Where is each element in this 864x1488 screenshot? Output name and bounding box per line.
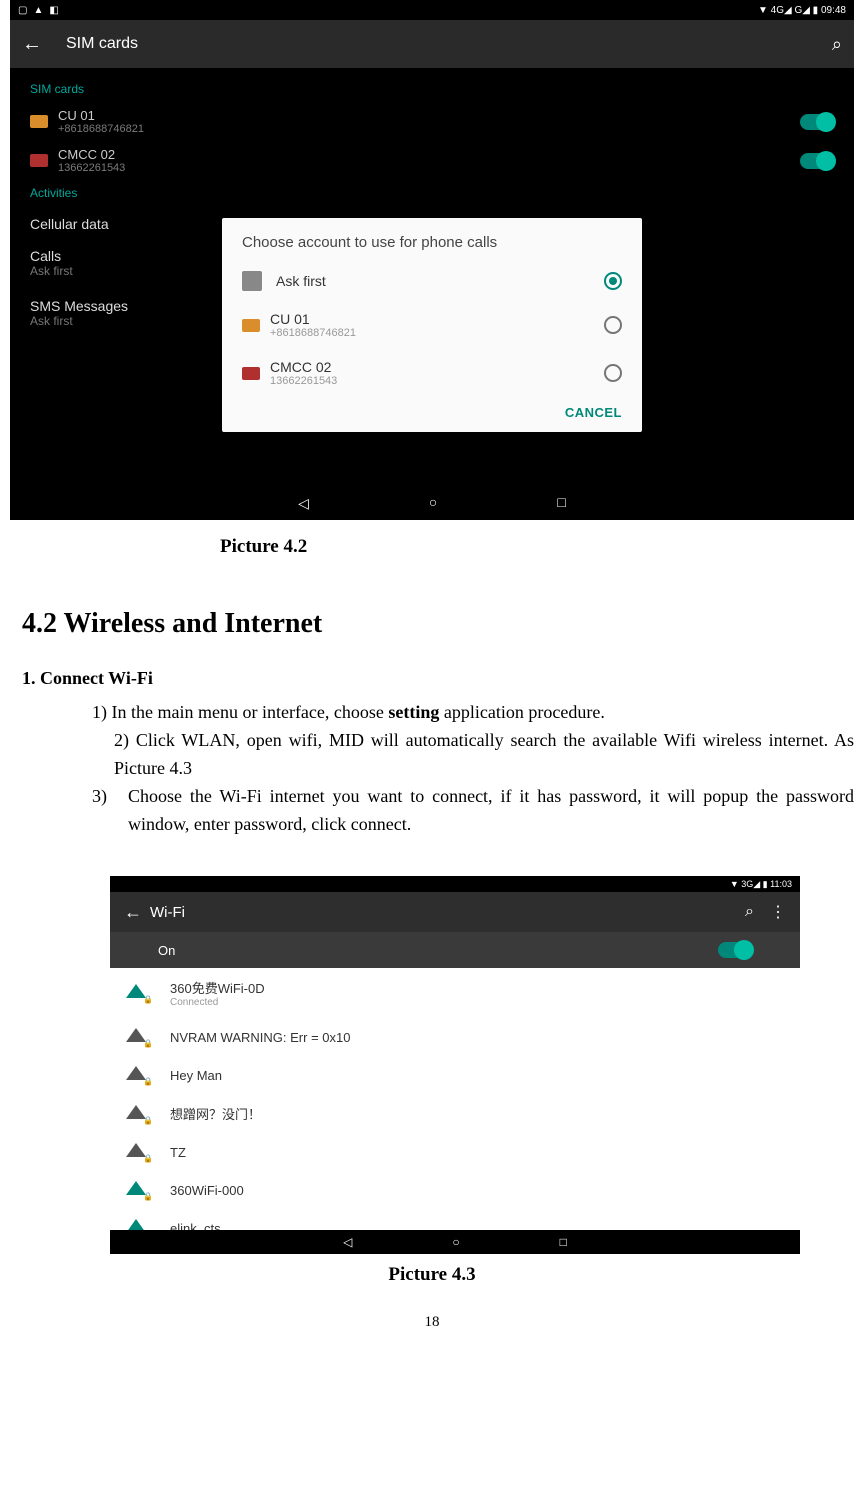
figure-caption: Picture 4.3 [10,1264,854,1286]
section-label-activities: Activities [10,180,854,206]
wifi-network-row[interactable]: 🔒 elink_cts [110,1209,800,1230]
step-1: 1) In the main menu or interface, choose… [92,699,854,727]
dialog-title: Choose account to use for phone calls [222,218,642,261]
wifi-ssid: NVRAM WARNING: Err = 0x10 [170,1030,784,1045]
status-icon: ▲ [33,5,43,16]
sim-number: +8618688746821 [58,123,800,135]
section-heading: 4.2 Wireless and Internet [22,608,854,640]
wifi-network-row[interactable]: 🔒 360WiFi-000 [110,1171,800,1209]
wifi-network-row[interactable]: 🔒 TZ [110,1133,800,1171]
nav-bar: ◁ ○ □ [10,488,854,520]
sim-row[interactable]: CU 01 +8618688746821 [10,102,854,141]
wifi-signal-icon: 🔒 [126,1143,150,1161]
sim-name: CU 01 [58,108,800,123]
subheading: 1. Connect Wi-Fi [22,668,854,689]
wifi-list: 🔒 360免费WiFi-0D Connected 🔒 NVRAM WARNING… [110,968,800,1230]
sim-toggle[interactable] [800,153,834,169]
sim-name: CMCC 02 [58,147,800,162]
app-bar: ← Wi-Fi ⌕ ⋮ [110,892,800,932]
wifi-network-row[interactable]: 🔒 360免费WiFi-0D Connected [110,968,800,1018]
status-icon: ◧ [49,5,58,16]
status-bar: ▢ ▲ ◧ ▼ 4G◢ G◢ ▮ 09:48 [10,0,854,20]
sim-row[interactable]: CMCC 02 13662261543 [10,141,854,180]
search-icon[interactable]: ⌕ [832,34,842,55]
sim-toggle[interactable] [800,114,834,130]
nav-home-icon[interactable]: ○ [429,496,437,512]
wifi-signal-icon: 🔒 [126,1028,150,1046]
wifi-ssid: elink_cts [170,1221,784,1231]
on-label: On [158,943,718,958]
search-icon[interactable]: ⌕ [745,903,754,921]
sim-number: 13662261543 [58,162,800,174]
radio-selected[interactable] [604,272,622,290]
page-number: 18 [10,1314,854,1331]
option-name: CU 01 [270,311,604,327]
back-arrow-icon[interactable]: ← [22,33,46,56]
wifi-status: Connected [170,997,784,1008]
radio[interactable] [604,316,622,334]
option-name: Ask first [276,273,604,289]
ask-first-icon [242,271,262,291]
radio[interactable] [604,364,622,382]
wifi-on-row: On [110,932,800,968]
nav-back-icon[interactable]: ◁ [298,496,309,513]
wifi-ssid: 360免费WiFi-0D [170,978,784,997]
dialog-option[interactable]: Ask first [222,261,642,301]
sim-icon [30,154,48,167]
section-label-sim: SIM cards [10,76,854,102]
wifi-ssid: Hey Man [170,1068,784,1083]
option-sub: 13662261543 [270,375,604,387]
step-3: 3) Choose the Wi-Fi internet you want to… [88,783,854,839]
figure-caption: Picture 4.2 [10,536,854,558]
wifi-signal-icon: 🔒 [126,984,150,1002]
step-2: 2) Click WLAN, open wifi, MID will autom… [114,727,854,783]
wifi-ssid: 360WiFi-000 [170,1183,784,1198]
option-sub: +8618688746821 [270,327,604,339]
dialog-option[interactable]: CMCC 02 13662261543 [222,349,642,397]
nav-recent-icon[interactable]: □ [557,496,565,512]
nav-recent-icon[interactable]: □ [560,1235,567,1249]
status-bar: ▼ 3G◢ ▮ 11:03 [110,876,800,892]
cancel-button[interactable]: CANCEL [222,397,642,432]
wifi-screenshot: ▼ 3G◢ ▮ 11:03 ← Wi-Fi ⌕ ⋮ On 🔒 360免费WiFi… [110,876,800,1254]
wifi-signal-icon: 🔒 [126,1181,150,1199]
back-arrow-icon[interactable]: ← [124,902,150,923]
nav-home-icon[interactable]: ○ [452,1235,459,1249]
app-bar: ← SIM cards ⌕ [10,20,854,68]
status-icon: ▢ [18,5,27,16]
dialog-option[interactable]: CU 01 +8618688746821 [222,301,642,349]
wifi-network-row[interactable]: 🔒 NVRAM WARNING: Err = 0x10 [110,1018,800,1056]
wifi-ssid: 想蹭网？没门！ [170,1104,784,1123]
more-icon[interactable]: ⋮ [770,902,786,922]
wifi-signal-icon: 🔒 [126,1105,150,1123]
wifi-signal-icon: 🔒 [126,1219,150,1230]
page-title: Wi-Fi [150,904,745,921]
status-right: ▼ 4G◢ G◢ ▮ 09:48 [758,5,846,16]
nav-bar: ◁ ○ □ [110,1230,800,1254]
wifi-network-row[interactable]: 🔒 Hey Man [110,1056,800,1094]
wifi-network-row[interactable]: 🔒 想蹭网？没门！ [110,1094,800,1133]
option-name: CMCC 02 [270,359,604,375]
page-title: SIM cards [66,35,832,53]
account-chooser-dialog: Choose account to use for phone calls As… [222,218,642,432]
sim-icon [242,319,260,332]
sim-cards-screenshot: ▢ ▲ ◧ ▼ 4G◢ G◢ ▮ 09:48 ← SIM cards ⌕ SIM… [10,0,854,520]
wifi-toggle[interactable] [718,942,752,958]
sim-icon [30,115,48,128]
wifi-signal-icon: 🔒 [126,1066,150,1084]
nav-back-icon[interactable]: ◁ [343,1235,352,1249]
wifi-ssid: TZ [170,1145,784,1160]
sim-icon [242,367,260,380]
